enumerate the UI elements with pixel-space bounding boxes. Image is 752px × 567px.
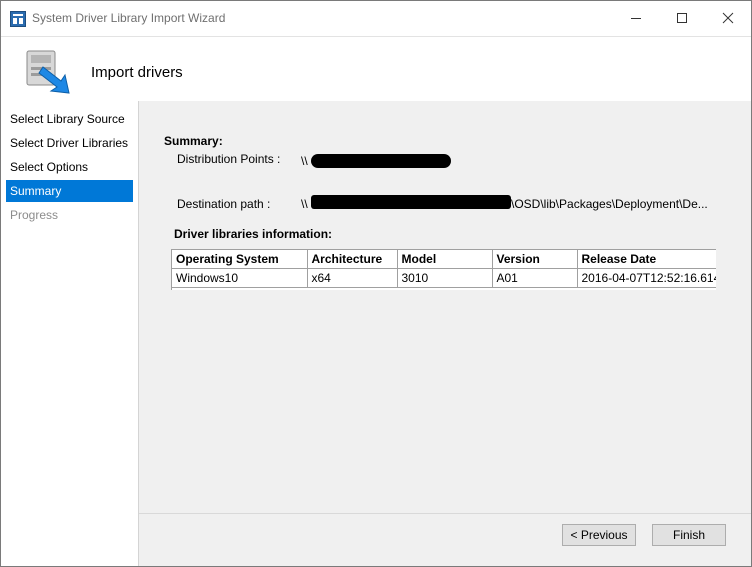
page-title: Import drivers [91,64,183,81]
nav-item-select-library-source[interactable]: Select Library Source [6,108,133,130]
column-header-release-date[interactable]: Release Date [577,250,716,269]
table-header-row: Operating System Architecture Model Vers… [172,250,716,269]
destination-path-label: Destination path : [177,197,271,211]
minimize-icon [631,18,641,19]
nav-item-select-driver-libraries[interactable]: Select Driver Libraries [6,132,133,154]
wizard-steps-nav: Select Library Source Select Driver Libr… [1,101,139,566]
column-header-operating-system[interactable]: Operating System [172,250,308,269]
driver-libraries-heading: Driver libraries information: [174,227,333,241]
nav-item-progress: Progress [10,208,59,222]
footer-divider [139,513,751,514]
distribution-points-label: Distribution Points : [177,152,281,166]
nav-item-summary[interactable]: Summary [6,180,133,202]
title-bar: System Driver Library Import Wizard [1,1,751,36]
app-icon [10,11,26,27]
close-button[interactable] [705,1,751,34]
summary-panel: Summary: Distribution Points : \\ Destin… [139,101,751,511]
wizard-header: Import drivers [1,36,751,101]
maximize-icon [677,13,687,23]
window-title: System Driver Library Import Wizard [32,11,226,25]
close-icon [722,12,734,24]
table-cell: 2016-04-07T12:52:16.6142 [577,268,716,288]
maximize-button[interactable] [659,1,705,34]
redaction-bar [311,195,511,209]
table-cell: A01 [492,268,578,288]
table-cell: 3010 [397,268,493,288]
destination-path-value: \OSD\lib\Packages\Deployment\De... [511,197,708,211]
table-cell: Windows10 [172,268,308,288]
summary-heading: Summary: [164,134,223,148]
install-arrow-icon [26,50,70,94]
nav-item-select-options[interactable]: Select Options [6,156,133,178]
wizard-window: System Driver Library Import Wizard Impo… [0,0,752,567]
redaction-bar [311,154,451,168]
destination-path-prefix: \\ [301,197,308,211]
table-row[interactable]: Windows10 x64 3010 A01 2016-04-07T12:52:… [172,268,716,288]
table-cell: x64 [307,268,398,288]
column-header-architecture[interactable]: Architecture [307,250,398,269]
minimize-button[interactable] [613,1,659,34]
driver-libraries-table[interactable]: Operating System Architecture Model Vers… [171,249,716,290]
previous-button[interactable]: < Previous [562,524,636,546]
column-header-model[interactable]: Model [397,250,493,269]
distribution-points-value: \\ [301,154,308,168]
column-header-version[interactable]: Version [492,250,578,269]
finish-button[interactable]: Finish [652,524,726,546]
